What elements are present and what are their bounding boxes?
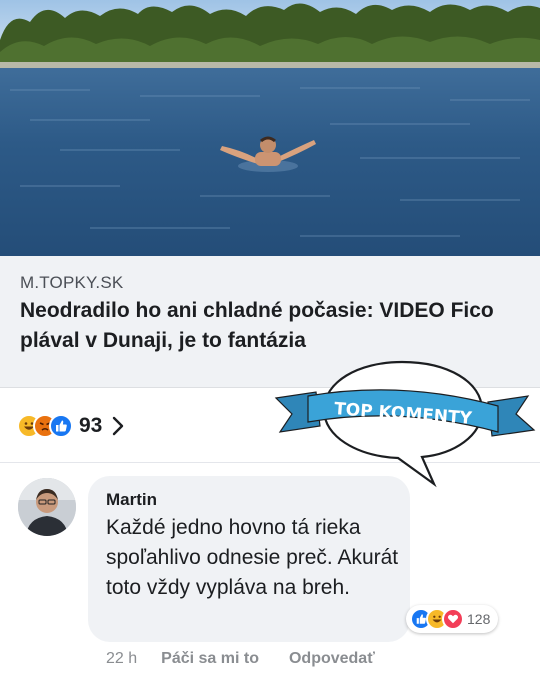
chevron-right-icon[interactable] — [112, 416, 124, 436]
comment-author[interactable]: Martin — [106, 490, 157, 510]
like-icon — [49, 414, 73, 438]
comment-reaction-count: 128 — [467, 611, 491, 627]
reaction-count: 93 — [79, 414, 103, 437]
comment-timestamp[interactable]: 22 h — [106, 650, 137, 668]
post-image[interactable] — [0, 0, 540, 256]
like-button[interactable]: Páči sa mi to — [161, 650, 259, 668]
link-title[interactable]: Neodradilo ho ani chladné počasie: VIDEO… — [20, 296, 525, 356]
avatar[interactable] — [18, 478, 76, 536]
top-komenty-sticker: TOP KOMENTY — [270, 356, 540, 490]
link-domain: M.TOPKY.SK — [20, 273, 124, 292]
comment-text: Každé jedno hovno tá rieka spoľahlivo od… — [106, 516, 399, 599]
speech-bubble-icon: TOP KOMENTY — [274, 360, 536, 488]
post-reactions[interactable]: 93 — [17, 410, 124, 442]
comment-bubble[interactable]: Martin Každé jedno hovno tá rieka spoľah… — [88, 476, 410, 642]
reply-button[interactable]: Odpovedať — [289, 650, 375, 668]
love-icon — [442, 608, 464, 630]
comment-actions: 22 h Páči sa mi to Odpovedať — [106, 650, 375, 668]
river-photo — [0, 0, 540, 256]
comment-reactions[interactable]: 128 — [406, 605, 499, 633]
reaction-icons — [17, 414, 73, 438]
